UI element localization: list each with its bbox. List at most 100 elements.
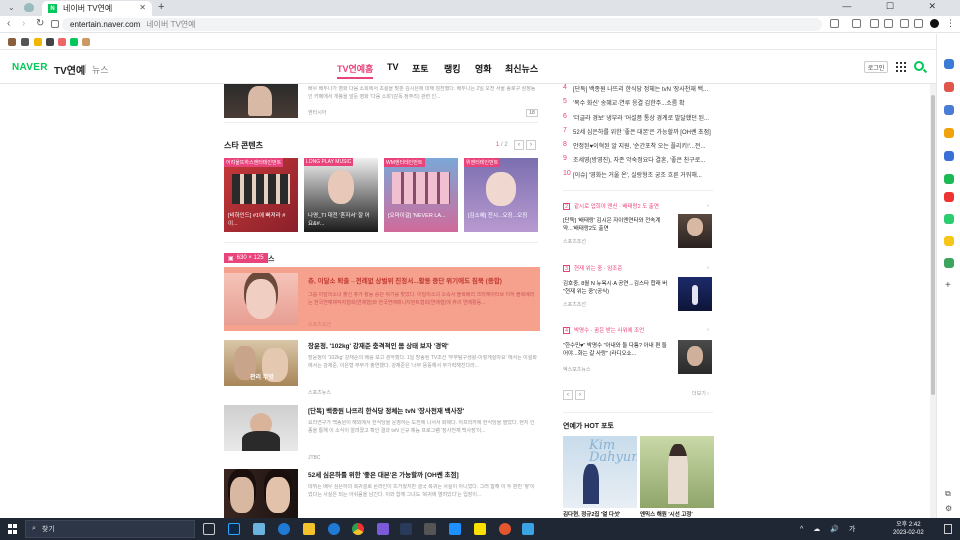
article-title[interactable]: 52세 심은하를 위한 '좋은 대본'은 가능할까 [OH쎈 초점] xyxy=(308,471,538,480)
ranking-item[interactable]: 5 '복수 화신' 송혜교·연루 응결 김한주...소름 확 xyxy=(563,98,684,107)
star-card[interactable]: WM엔터테인먼트 [오마이걸] 'NEVER LA... xyxy=(384,158,458,232)
shopping-icon[interactable] xyxy=(944,82,954,92)
article-thumbnail[interactable] xyxy=(678,214,712,248)
photo-caption[interactable]: 엔믹스 해원 '시선 고정' xyxy=(640,510,693,518)
browser-tab[interactable]: N 네이버 TV연예 ✕ xyxy=(42,1,152,16)
games-icon[interactable] xyxy=(944,128,954,138)
search-icon[interactable] xyxy=(944,59,954,69)
screenshot-icon[interactable] xyxy=(884,19,893,28)
photo-caption[interactable]: 김다현, 정규2집 '열 다섯' xyxy=(563,510,620,518)
ranking-item[interactable]: 9 조세영(방영진), 자존 악숙정요다 결혼, '좋은 친구로... xyxy=(563,155,705,164)
close-tab-icon[interactable]: ✕ xyxy=(139,3,146,12)
more-link[interactable]: 더보기 › xyxy=(692,390,709,397)
article-description[interactable]: 그룹 이달의소녀 출신 츄가 활동 중단 위기를 맞았다. 이달의소녀 소속사 … xyxy=(308,292,538,316)
nav-photo[interactable]: 포토 xyxy=(412,62,429,75)
carousel-prev-button[interactable]: ‹ xyxy=(514,140,524,150)
article-thumbnail[interactable] xyxy=(224,405,298,451)
bookmark-icon[interactable] xyxy=(46,38,54,46)
article-title[interactable]: 장윤정, '102kg' 강재준 충격적인 몸 상태 보자 '경악' xyxy=(308,342,538,351)
app-icon[interactable] xyxy=(400,523,412,535)
naver-logo[interactable]: NAVER xyxy=(12,62,48,73)
edge-icon[interactable] xyxy=(278,523,290,535)
prev-page-button[interactable]: ‹ xyxy=(563,390,573,400)
scrollbar-thumb[interactable] xyxy=(931,95,935,395)
news-link[interactable]: 뉴스 xyxy=(92,63,109,76)
split-screen-icon[interactable] xyxy=(914,19,923,28)
ranking-item[interactable]: 4 [단독] 백종원 나뜨리 한식당 정체는 tvN '장사천재 백... xyxy=(563,84,708,93)
add-sidebar-icon[interactable]: + xyxy=(945,280,951,291)
ranking-item[interactable]: 10 [이슈] '영화는 거울 온', 실랑형조 궁조 흐른 거워해... xyxy=(563,170,702,179)
windows-start-icon[interactable] xyxy=(8,524,18,534)
more-menu-icon[interactable]: ⋮ xyxy=(946,18,955,29)
search-icon[interactable] xyxy=(914,61,924,71)
keyword-article-title[interactable]: 김호중, 8월 N 뉴욕시·A 공연→김스타 합래 버 "현재 위는 중"(공식… xyxy=(563,280,671,296)
forward-icon[interactable]: › xyxy=(22,18,25,29)
notification-icon[interactable] xyxy=(944,524,952,534)
app-icon[interactable] xyxy=(944,258,954,268)
ranking-item[interactable]: 6 '더글라 경보' 냉부라 '어설픔 통상 경계로 발달했던 된... xyxy=(563,113,709,122)
tools-icon[interactable] xyxy=(944,105,954,115)
download-icon[interactable] xyxy=(870,19,879,28)
calculator-icon[interactable] xyxy=(424,523,436,535)
article-thumbnail[interactable]: 관리 무엇 xyxy=(224,340,298,386)
edge-icon[interactable] xyxy=(328,523,340,535)
app-icon[interactable] xyxy=(449,523,461,535)
keyword-section-header[interactable]: 3 현재 위는 중 · 임조준 › xyxy=(563,264,713,272)
office-icon[interactable] xyxy=(944,151,954,161)
ranking-item[interactable]: 8 안정된♥이혁된 알 지원, '순간포착 오는 플리키!'...전... xyxy=(563,141,705,150)
article-title[interactable]: 츄, 이달소 퇴출→전례없 상벌위 진정서...활동 중단 위기에도 침묵 (종… xyxy=(308,277,538,286)
bookmark-icon[interactable] xyxy=(21,38,29,46)
article-description[interactable]: 요리연구가 백종원이 해외에서 한식당을 운영하는 도전에 나서서 화제다. 아… xyxy=(308,420,538,444)
photoshop-icon[interactable] xyxy=(228,523,240,535)
keyword-article-title[interactable]: [단독] '배태랑' 김시은 자이엔연타와 전속계약...'배태랑2도 출연 xyxy=(563,217,671,233)
keyword-section-header[interactable]: 2 같시로 업희야 앤신 · 배태랑2 도 출연 › xyxy=(563,202,713,210)
star-card[interactable]: LONG PLAY MUSIC 나영_TI 대전 '혼자서' 잘 어요&#... xyxy=(304,158,378,232)
nav-ranking[interactable]: 랭킹 xyxy=(444,62,461,75)
star-card[interactable]: 어려울뜨하스엔터테인먼트 [비하인드] #1에 빠져라 #이... xyxy=(224,158,298,232)
bookmark-icon[interactable] xyxy=(82,38,90,46)
article-description[interactable]: 장윤정이 '102kg' 강재준의 배를 보고 경악했다. 1일 방송된 TV조… xyxy=(308,355,538,379)
app-icon[interactable] xyxy=(377,523,389,535)
bookmark-icon[interactable] xyxy=(34,38,42,46)
article-thumbnail[interactable] xyxy=(678,340,712,374)
bookmark-icon[interactable] xyxy=(58,38,66,46)
keyword-section-header[interactable]: 4 박명수 · 꿈은 받는 사위에 조언 › xyxy=(563,326,713,334)
bookmark-icon[interactable] xyxy=(70,38,78,46)
share-icon[interactable] xyxy=(830,19,839,28)
keyword-article-title[interactable]: "한수민♥" 박명수 "아내와 둘 다툼? 아내 편 들어야...화는 갈 사랑… xyxy=(563,342,671,358)
bird-app-icon[interactable] xyxy=(253,523,265,535)
settings-icon[interactable]: ⚙ xyxy=(945,504,952,513)
chrome-icon[interactable] xyxy=(352,523,364,535)
app-icon[interactable] xyxy=(944,236,954,246)
site-info-icon[interactable] xyxy=(51,20,59,28)
back-icon[interactable]: ‹ xyxy=(7,18,10,29)
open-external-icon[interactable]: ⧉ xyxy=(945,489,951,499)
hot-photo-thumbnail[interactable]: Kim Dahyun xyxy=(563,436,637,508)
tab-search-icon[interactable]: ⌄ xyxy=(8,3,15,12)
next-page-button[interactable]: › xyxy=(575,390,585,400)
article-thumbnail[interactable] xyxy=(678,277,712,311)
kakaotalk-icon[interactable] xyxy=(474,523,486,535)
system-tray[interactable]: ^ ☁ 🔊 가 xyxy=(800,524,859,534)
app-icon[interactable] xyxy=(944,214,954,224)
window-controls[interactable]: — ☐ ✕ xyxy=(842,1,952,12)
article-description[interactable]: 데뷔는 배우 심은하의 복귀설로 몬라인이 뜨거웠지만 결국 복귀는 사실이 아… xyxy=(308,484,538,508)
taskbar-search[interactable]: ⌕ 찾기 xyxy=(25,520,195,538)
reload-icon[interactable]: ↻ xyxy=(36,18,44,29)
nav-tv-entertainment-home[interactable]: TV연예홈 xyxy=(337,62,374,79)
task-view-icon[interactable] xyxy=(203,523,215,535)
nav-movie[interactable]: 영화 xyxy=(475,62,492,75)
article-title[interactable]: [단독] 백종원 나뜨리 한식당 정체는 tvN '장사천재 백사장' xyxy=(308,407,538,416)
carousel-next-button[interactable]: › xyxy=(526,140,536,150)
address-bar[interactable]: entertain.naver.com 네이버 TV연예 xyxy=(62,18,822,31)
login-button[interactable]: 로그인 xyxy=(864,61,888,73)
youtube-icon[interactable] xyxy=(944,192,954,202)
extensions-icon[interactable] xyxy=(852,19,861,28)
spotify-icon[interactable] xyxy=(944,174,954,184)
nav-tv[interactable]: TV xyxy=(387,62,399,72)
article-thumbnail[interactable] xyxy=(224,84,298,118)
apps-grid-icon[interactable] xyxy=(896,62,906,72)
article-description[interactable]: 배우 배두나가 영화 다음 소희에서 초롱을 맞춘 김시은에 대해 칭찬했다. … xyxy=(308,86,538,102)
taskbar-clock[interactable]: 오후 2:42 2023-02-02 xyxy=(893,521,924,537)
new-tab-icon[interactable]: + xyxy=(158,1,164,13)
